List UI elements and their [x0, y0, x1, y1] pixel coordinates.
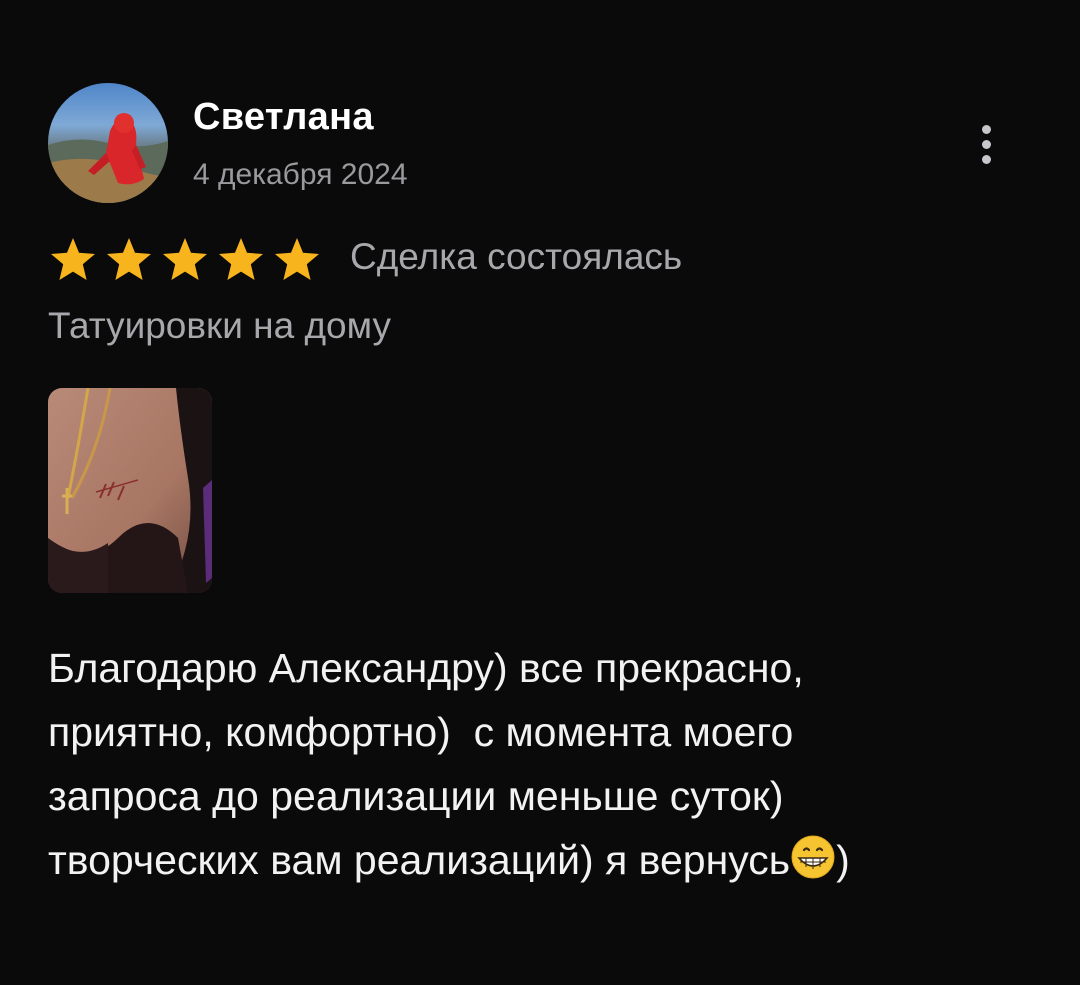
star-icon: [272, 236, 322, 282]
star-icon: [216, 236, 266, 282]
vertical-ellipsis-icon: [981, 154, 991, 164]
review-photo[interactable]: [48, 388, 212, 593]
review-text-line: Благодарю Александру) все прекрасно,: [48, 645, 804, 691]
avatar-photo: [48, 113, 168, 203]
vertical-ellipsis-icon: [981, 124, 991, 134]
author-name: Светлана: [193, 96, 374, 138]
vertical-ellipsis-icon: [981, 139, 991, 149]
avatar[interactable]: [48, 83, 168, 203]
rating-stars: [48, 236, 322, 282]
review-text-line: запроса до реализации меньше суток): [48, 773, 784, 819]
review-text-line: приятно, комфортно) с момента моего: [48, 709, 794, 755]
star-icon: [160, 236, 210, 282]
review-text-line-last: творческих вам реализаций) я вернусь): [48, 828, 1048, 898]
review-text-tail: ): [836, 837, 850, 883]
grinning-face-icon: [790, 834, 836, 898]
deal-status: Сделка состоялась: [350, 236, 683, 277]
review-photo-image: [48, 388, 212, 593]
review-card: Светлана 4 декабря 2024 Сделка состоялас…: [0, 0, 1080, 985]
service-name: Татуировки на дому: [48, 305, 391, 346]
star-icon: [104, 236, 154, 282]
star-icon: [48, 236, 98, 282]
review-date: 4 декабря 2024: [193, 158, 408, 191]
review-text: Благодарю Александру) все прекрасно, при…: [48, 636, 1048, 898]
review-text-line: творческих вам реализаций) я вернусь: [48, 837, 791, 883]
more-options-button[interactable]: [964, 118, 1008, 170]
